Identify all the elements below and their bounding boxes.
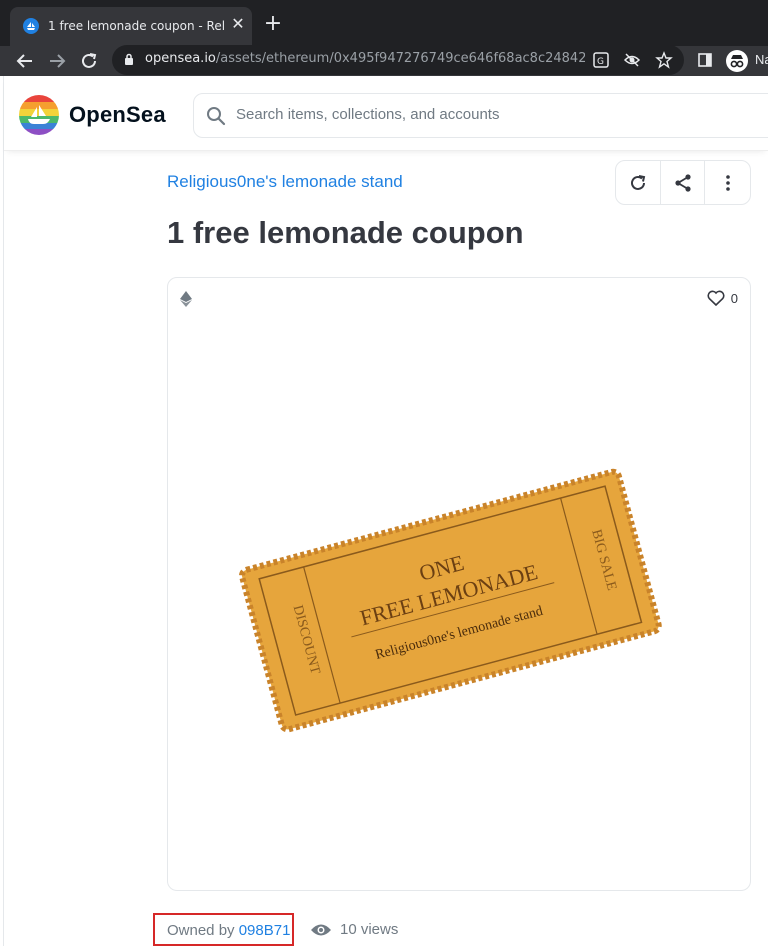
favorite-button[interactable]: 0 [707, 290, 738, 306]
search-bar[interactable] [193, 93, 768, 138]
views-text: 10 views [340, 921, 399, 938]
search-icon [206, 106, 226, 131]
asset-image-card: 0 ONE FREE LEMONADE Religious0ne's lemon… [167, 277, 751, 891]
new-tab-icon[interactable]: + [262, 13, 284, 35]
url-host: opensea.io [145, 51, 216, 66]
tab-close-icon[interactable]: ✕ [228, 15, 248, 35]
favorite-count: 0 [730, 290, 738, 306]
more-vertical-icon [725, 174, 730, 191]
back-icon[interactable] [12, 48, 38, 74]
share-icon [674, 173, 691, 192]
browser-tab[interactable]: 1 free lemonade coupon - Religio ✕ [10, 7, 252, 46]
share-button[interactable] [661, 161, 706, 204]
incognito-avatar-icon[interactable] [726, 50, 748, 72]
refresh-button[interactable] [616, 161, 661, 204]
opensea-favicon-icon [23, 18, 39, 34]
reload-icon[interactable] [76, 48, 102, 74]
view-count: 10 views [310, 921, 398, 938]
asset-title: 1 free lemonade coupon [167, 215, 524, 250]
ethereum-icon [180, 291, 192, 312]
lock-icon [124, 53, 134, 71]
coupon-image[interactable]: ONE FREE LEMONADE Religious0ne's lemonad… [236, 468, 666, 743]
site-header: OpenSea [4, 76, 768, 151]
translate-icon[interactable]: G [592, 51, 610, 69]
url-text: opensea.io/assets/ethereum/0x495f9472767… [145, 51, 585, 66]
browser-toolbar: opensea.io/assets/ethereum/0x495f9472767… [0, 45, 768, 76]
asset-actions [615, 160, 751, 205]
owned-by: Owned by 098B71 [167, 922, 290, 939]
tracking-off-icon[interactable] [623, 51, 641, 69]
owner-link[interactable]: 098B71 [239, 922, 291, 939]
svg-text:G: G [597, 57, 604, 67]
tab-title: 1 free lemonade coupon - Religio [48, 19, 224, 33]
refresh-icon [630, 174, 646, 190]
opensea-logo-icon[interactable] [19, 95, 59, 135]
browser-tabbar: 1 free lemonade coupon - Religio ✕ + [0, 0, 768, 46]
owned-by-label: Owned by [167, 922, 235, 939]
search-input[interactable] [236, 106, 736, 123]
web-page: OpenSea Religious0ne's lemonade stand 1 … [0, 76, 768, 946]
address-bar[interactable]: opensea.io/assets/ethereum/0x495f9472767… [112, 45, 684, 75]
forward-icon[interactable] [44, 48, 70, 74]
url-path: /assets/ethereum/0x495f947276749ce646f68… [215, 51, 585, 66]
eye-icon [311, 924, 331, 935]
collection-link[interactable]: Religious0ne's lemonade stand [167, 172, 403, 192]
bookmark-star-icon[interactable] [655, 51, 673, 69]
side-panel-icon[interactable] [697, 52, 713, 73]
more-options-button[interactable] [705, 161, 750, 204]
profile-label: Na [755, 52, 768, 67]
heart-icon [707, 290, 725, 306]
brand-name[interactable]: OpenSea [69, 102, 166, 128]
left-edge [0, 76, 4, 946]
